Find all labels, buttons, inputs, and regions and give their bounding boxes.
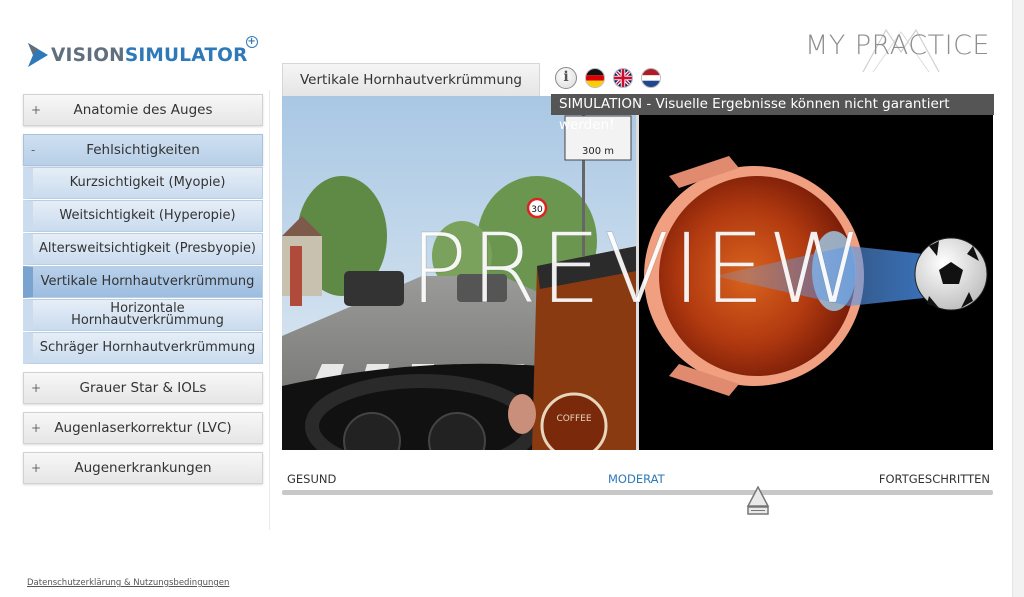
sidebar-item-label: Grauer Star & IOLs bbox=[79, 380, 207, 396]
simulation-warning-banner: SIMULATION - Visuelle Ergebnisse können … bbox=[551, 94, 994, 133]
sidebar-item-anatomie[interactable]: + Anatomie des Auges bbox=[23, 94, 263, 126]
cup-text: COFFEE bbox=[556, 414, 591, 424]
sidebar-item-label: Fehlsichtigkeiten bbox=[86, 142, 200, 158]
right-scrollbar[interactable] bbox=[1012, 0, 1024, 597]
toolbar-icons: i bbox=[555, 67, 661, 89]
simulation-viewer: 300 m 30 COFFEE PREVIEW bbox=[282, 96, 993, 450]
sidebar-divider bbox=[269, 90, 270, 530]
german-flag-icon[interactable] bbox=[585, 68, 605, 88]
expand-icon: + bbox=[31, 421, 42, 435]
sidebar-menu: + Anatomie des Auges - Fehlsichtigkeiten… bbox=[23, 94, 263, 492]
sidebar-subitem-horizontale[interactable]: Horizontale Hornhautverkrümmung bbox=[23, 299, 263, 331]
sidebar-subitem-myopie[interactable]: Kurzsichtigkeit (Myopie) bbox=[23, 167, 263, 199]
slider-label-moderat: MODERAT bbox=[608, 472, 665, 486]
sidebar-subitem-hyperopie[interactable]: Weitsichtigkeit (Hyperopie) bbox=[23, 200, 263, 232]
severity-slider-thumb[interactable] bbox=[746, 486, 770, 516]
tab-current-simulation: Vertikale Hornhautverkrümmung bbox=[282, 63, 540, 96]
sidebar-item-grauer-star[interactable]: + Grauer Star & IOLs bbox=[23, 372, 263, 404]
dutch-flag-icon[interactable] bbox=[641, 68, 661, 88]
uk-flag-icon[interactable] bbox=[613, 68, 633, 88]
logo-text: VISIONSIMULATOR bbox=[51, 44, 248, 66]
expand-icon: + bbox=[31, 461, 42, 475]
collapse-icon: - bbox=[31, 143, 36, 157]
sidebar-subitem-vertikale[interactable]: Vertikale Hornhautverkrümmung bbox=[23, 266, 263, 298]
sidebar-item-fehlsichtigkeiten[interactable]: - Fehlsichtigkeiten bbox=[23, 134, 263, 166]
sidebar-subitem-schraeger[interactable]: Schräger Hornhautverkrümmung bbox=[23, 332, 263, 364]
privacy-terms-link[interactable]: Datenschutzerklärung & Nutzungsbedingung… bbox=[27, 578, 229, 588]
sidebar-item-label: Augenerkrankungen bbox=[74, 460, 212, 476]
preview-watermark: PREVIEW bbox=[409, 213, 866, 325]
info-icon[interactable]: i bbox=[555, 67, 577, 89]
expand-icon: + bbox=[31, 381, 42, 395]
expand-icon: + bbox=[31, 103, 42, 117]
my-practice-brand: MY PRACTICE bbox=[804, 30, 990, 61]
play-arrow-logo-icon bbox=[28, 43, 48, 67]
logo-plus-icon: + bbox=[245, 36, 258, 48]
sidebar-subitem-presbyopie[interactable]: Altersweitsichtigkeit (Presbyopie) bbox=[23, 233, 263, 265]
sign-distance-text: 300 m bbox=[582, 146, 614, 157]
slider-label-fortgeschritten: FORTGESCHRITTEN bbox=[878, 472, 990, 486]
vision-simulator-logo: VISIONSIMULATOR + bbox=[27, 36, 258, 72]
sidebar-item-augenerkrankungen[interactable]: + Augenerkrankungen bbox=[23, 452, 263, 484]
slider-label-gesund: GESUND bbox=[287, 472, 337, 486]
sidebar-item-label: Augenlaserkorrektur (LVC) bbox=[54, 420, 232, 436]
sidebar-item-augenlaser[interactable]: + Augenlaserkorrektur (LVC) bbox=[23, 412, 263, 444]
severity-slider-track[interactable] bbox=[282, 490, 993, 495]
sidebar-item-label: Anatomie des Auges bbox=[73, 102, 213, 118]
